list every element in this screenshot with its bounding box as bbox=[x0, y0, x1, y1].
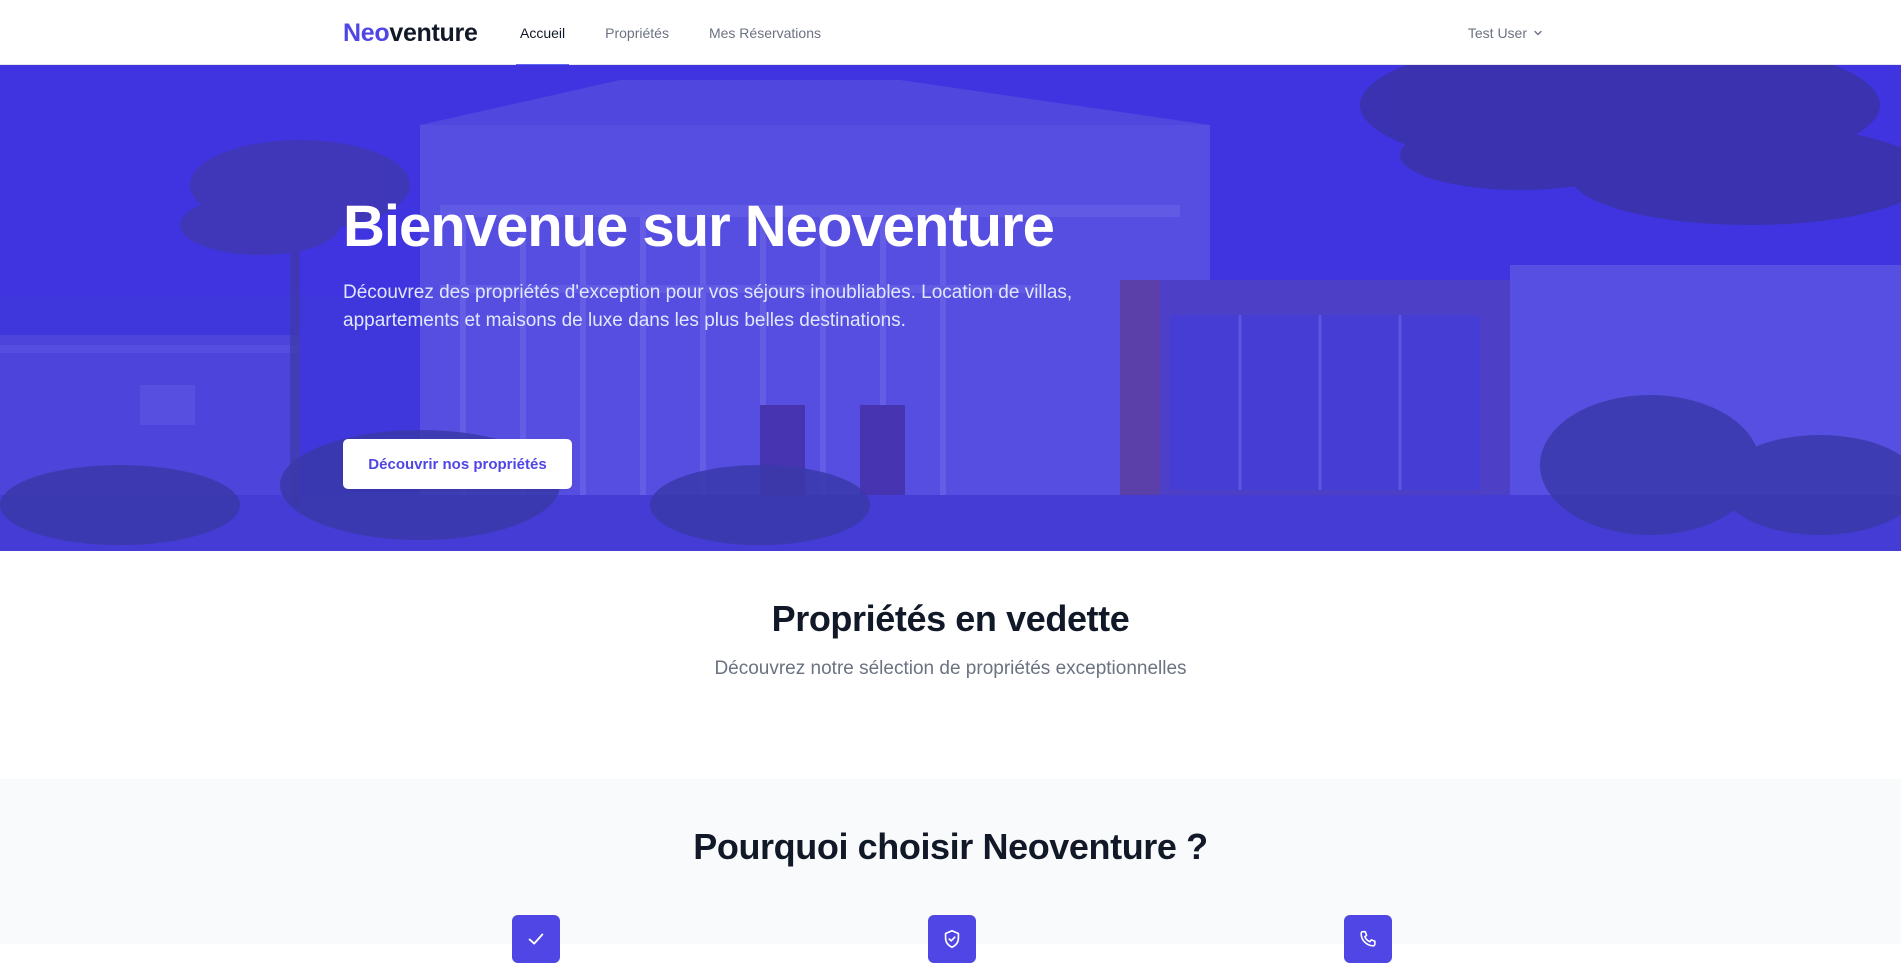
chevron-down-icon bbox=[1533, 25, 1543, 41]
nav-link-accueil[interactable]: Accueil bbox=[516, 0, 570, 66]
hero-subtitle: Découvrez des propriétés d'exception pou… bbox=[343, 281, 1073, 331]
shield-check-icon bbox=[928, 915, 976, 963]
user-menu-button[interactable]: Test User bbox=[1468, 0, 1543, 65]
brand-logo-accent: Neo bbox=[343, 19, 390, 47]
brand-logo[interactable]: Neoventure bbox=[343, 19, 478, 48]
top-navbar: Neoventure Accueil Propriétés Mes Réserv… bbox=[0, 0, 1901, 66]
hero-title: Bienvenue sur Neoventure bbox=[343, 194, 1055, 259]
phone-icon bbox=[1344, 915, 1392, 963]
why-section: Pourquoi choisir Neoventure ? bbox=[0, 779, 1901, 963]
main-nav: Accueil Propriétés Mes Réservations bbox=[516, 0, 857, 66]
hero-content: Bienvenue sur Neoventure Découvrez des p… bbox=[343, 194, 1163, 489]
discover-properties-button[interactable]: Découvrir nos propriétés bbox=[343, 439, 572, 489]
nav-link-proprietes[interactable]: Propriétés bbox=[601, 0, 673, 65]
featured-section: Propriétés en vedette Découvrez notre sé… bbox=[0, 551, 1901, 779]
featured-subtitle: Découvrez notre sélection de propriétés … bbox=[714, 658, 1187, 679]
why-title: Pourquoi choisir Neoventure ? bbox=[693, 826, 1208, 867]
hero-section: Bienvenue sur Neoventure Découvrez des p… bbox=[0, 65, 1901, 551]
user-name: Test User bbox=[1467, 24, 1527, 41]
brand-logo-rest: venture bbox=[389, 19, 478, 47]
featured-title: Propriétés en vedette bbox=[771, 598, 1130, 639]
nav-link-mes-reservations[interactable]: Mes Réservations bbox=[705, 0, 825, 65]
check-icon bbox=[512, 915, 560, 963]
